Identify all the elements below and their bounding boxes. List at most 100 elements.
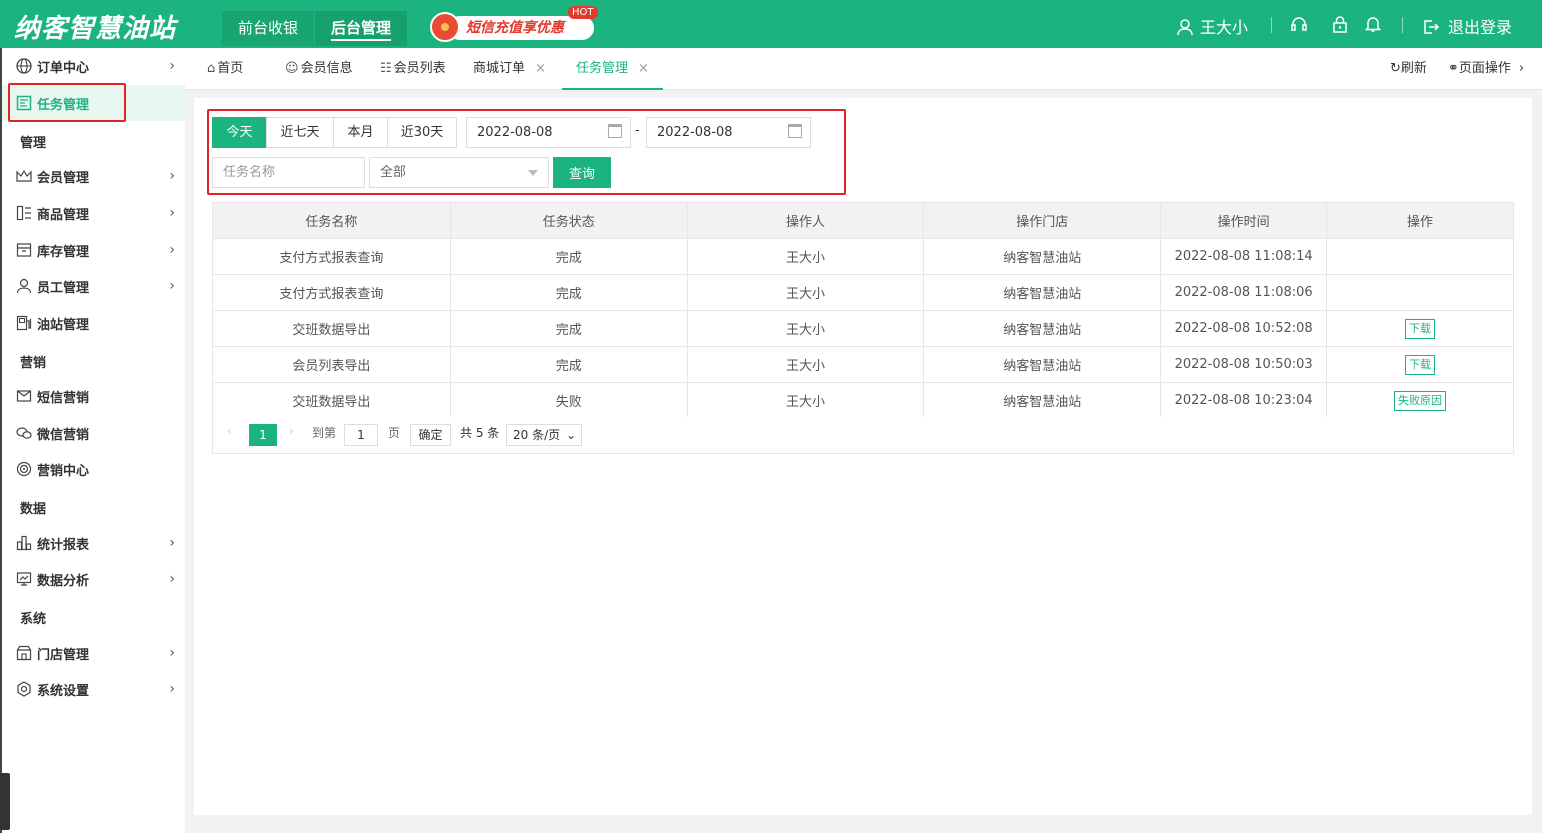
start-date-value: 2022-08-08	[477, 125, 553, 140]
refresh-icon: ↻	[1390, 61, 1401, 76]
status-select[interactable]: 全部	[369, 157, 549, 188]
cell-action: 下载	[1326, 310, 1514, 347]
page-ops-icon: ⚭	[1448, 61, 1459, 76]
goto-page-input[interactable]: 1	[344, 424, 378, 446]
goods-icon	[15, 204, 33, 222]
app-logo: 纳客智慧油站	[14, 14, 177, 44]
person-icon	[15, 277, 33, 295]
prev-page-icon[interactable]: ‹	[227, 424, 232, 438]
sidebar-item-staff[interactable]: 员工管理 ›	[2, 268, 185, 304]
page-tabs: ⌂ 首页 ☺ 会员信息 ☷ 会员列表 商城订单 × 任务管理 × ↻刷新 ⚭页面操作 ›	[185, 48, 1542, 90]
sidebar-item-marketing-center[interactable]: 营销中心	[2, 451, 185, 487]
download-button[interactable]: 下载	[1405, 318, 1436, 339]
sidebar-item-members[interactable]: 会员管理 ›	[2, 158, 185, 194]
download-button[interactable]: 下载	[1405, 354, 1436, 375]
cell-status: 完成	[449, 274, 688, 311]
chevron-right-icon: ›	[169, 205, 175, 221]
next-page-icon[interactable]: ›	[289, 424, 294, 438]
end-date-input[interactable]: 2022-08-08	[646, 117, 811, 148]
goto-confirm-button[interactable]: 确定	[410, 424, 451, 446]
col-header-operator: 操作人	[686, 202, 925, 239]
range-30-days[interactable]: 近30天	[387, 117, 457, 148]
sidebar-item-goods[interactable]: 商品管理 ›	[2, 195, 185, 231]
calendar-icon	[788, 124, 802, 138]
highlight-box-sidebar	[8, 83, 126, 122]
lock-icon[interactable]	[1331, 15, 1349, 33]
page-ops-label: 页面操作	[1458, 61, 1511, 76]
cell-time: 2022-08-08 11:08:06	[1160, 274, 1328, 311]
sidebar-item-wechat[interactable]: 微信营销	[2, 415, 185, 451]
sidebar-item-settings[interactable]: 系统设置 ›	[2, 671, 185, 707]
tab-member-list[interactable]: ☷ 会员列表	[380, 48, 446, 90]
close-icon[interactable]: ×	[638, 61, 649, 76]
query-button[interactable]: 查询	[553, 157, 611, 188]
tab-mall-orders[interactable]: 商城订单 ×	[473, 48, 546, 90]
col-header-time: 操作时间	[1160, 202, 1328, 239]
sidebar-item-label: 员工管理	[37, 280, 90, 296]
tab-back-management[interactable]: 后台管理	[315, 11, 408, 46]
user-name: 王大小	[1200, 18, 1249, 37]
refresh-button[interactable]: ↻刷新	[1390, 48, 1427, 90]
tab-home[interactable]: ⌂ 首页	[207, 48, 243, 90]
close-icon[interactable]: ×	[535, 61, 546, 76]
tab-member-info-label: 会员信息	[300, 61, 353, 76]
cell-store: 纳客智慧油站	[923, 238, 1162, 275]
task-name-input[interactable]: 任务名称	[212, 157, 365, 188]
sidebar-item-sms[interactable]: 短信营销	[2, 378, 185, 414]
clipboard-icon: ☷	[380, 61, 392, 76]
globe-icon	[15, 57, 33, 75]
range-today[interactable]: 今天	[212, 117, 267, 148]
sms-promo-banner[interactable]: 短信充值享优惠 HOT	[430, 6, 598, 42]
bell-icon[interactable]	[1364, 15, 1382, 33]
monitor-chart-icon	[15, 570, 33, 588]
sidebar-item-analysis[interactable]: 数据分析 ›	[2, 561, 185, 597]
tab-front-cashier[interactable]: 前台收银	[222, 11, 315, 46]
cell-status: 失败	[449, 382, 688, 419]
header-divider	[1271, 17, 1272, 33]
cell-store: 纳客智慧油站	[923, 382, 1162, 419]
side-scroll-handle[interactable]	[0, 773, 10, 830]
logout-button[interactable]: 退出登录	[1422, 14, 1512, 38]
cell-operator: 王大小	[686, 238, 925, 275]
sidebar-item-label: 油站管理	[37, 317, 90, 333]
col-header-status: 任务状态	[449, 202, 688, 239]
sidebar-item-stores[interactable]: 门店管理 ›	[2, 635, 185, 671]
sidebar-item-orders[interactable]: 订单中心 ›	[2, 48, 185, 84]
sidebar-item-reports[interactable]: 统计报表 ›	[2, 525, 185, 561]
headset-icon[interactable]	[1290, 15, 1308, 33]
mail-icon	[15, 387, 33, 405]
page-ops-button[interactable]: ⚭页面操作 ›	[1448, 48, 1524, 90]
user-menu[interactable]: 王大小	[1176, 14, 1248, 38]
start-date-input[interactable]: 2022-08-08	[466, 117, 631, 148]
sidebar-item-inventory[interactable]: 库存管理 ›	[2, 232, 185, 268]
tab-member-info[interactable]: ☺ 会员信息	[285, 48, 353, 90]
page-number-current[interactable]: 1	[249, 424, 277, 446]
cell-task-name: 交班数据导出	[212, 382, 451, 419]
range-this-month[interactable]: 本月	[333, 117, 388, 148]
cell-operator: 王大小	[686, 382, 925, 419]
cell-status: 完成	[449, 310, 688, 347]
page-size-select[interactable]: 20 条/页 ⌄	[506, 424, 582, 446]
range-7-days[interactable]: 近七天	[266, 117, 334, 148]
tab-mall-orders-label: 商城订单	[473, 61, 526, 76]
cell-task-name: 会员列表导出	[212, 346, 451, 383]
sidebar-section-marketing: 营销	[20, 356, 47, 371]
table-row: 支付方式报表查询 完成 王大小 纳客智慧油站 2022-08-08 11:08:…	[212, 274, 1514, 311]
gear-icon	[15, 680, 33, 698]
failure-reason-button[interactable]: 失败原因	[1394, 390, 1447, 411]
total-count: 共 5 条	[460, 426, 500, 440]
sidebar-item-station[interactable]: 油站管理	[2, 305, 185, 341]
chevron-right-icon: ›	[169, 278, 175, 294]
table-row: 交班数据导出 完成 王大小 纳客智慧油站 2022-08-08 10:52:08…	[212, 310, 1514, 347]
cell-action	[1326, 238, 1514, 275]
money-bag-icon	[430, 12, 460, 42]
sidebar-item-label: 短信营销	[37, 390, 90, 406]
tab-task-management[interactable]: 任务管理 ×	[562, 48, 663, 90]
chevron-right-icon: ›	[1518, 61, 1525, 76]
inventory-icon	[15, 241, 33, 259]
refresh-label: 刷新	[1400, 61, 1427, 76]
cell-status: 完成	[449, 346, 688, 383]
tab-front-cashier-label: 前台收银	[238, 19, 299, 37]
tab-back-management-label: 后台管理	[331, 19, 392, 41]
sidebar-item-label: 库存管理	[37, 244, 90, 260]
